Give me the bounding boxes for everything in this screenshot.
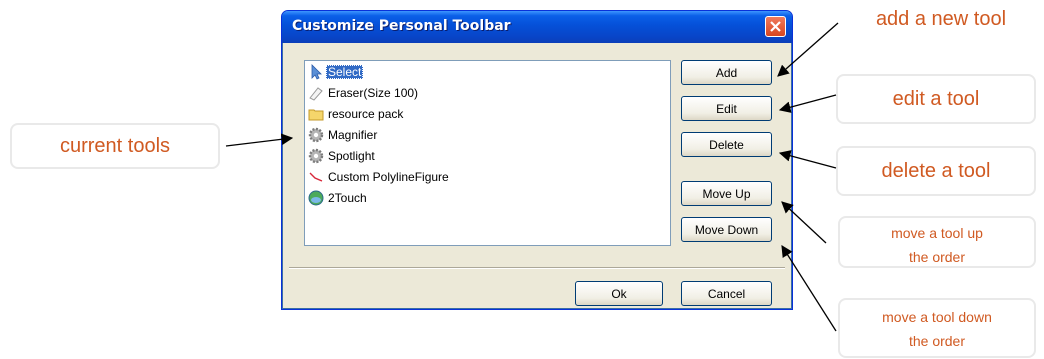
annotation-arrows <box>225 22 839 332</box>
arrow-current-tools <box>225 133 294 147</box>
arrow-delete <box>778 150 837 169</box>
arrow-move-up <box>781 201 827 244</box>
arrow-edit <box>778 94 837 113</box>
arrow-move-down <box>781 245 837 332</box>
arrow-add <box>777 22 839 77</box>
